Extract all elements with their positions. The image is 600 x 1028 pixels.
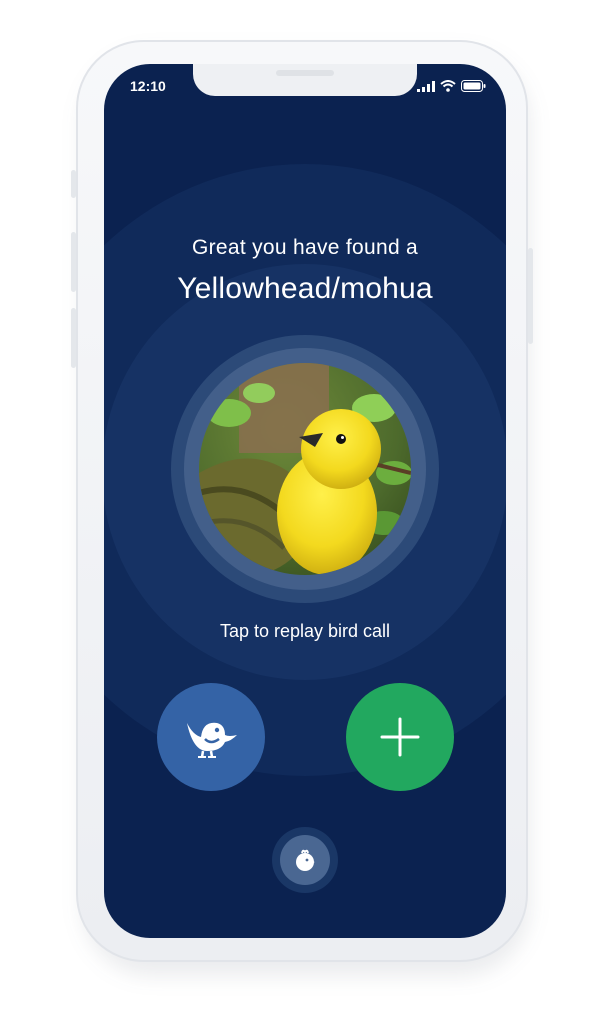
add-sighting-button[interactable] [346, 683, 454, 791]
plus-icon [380, 717, 420, 757]
bottom-nav-button-inner [280, 835, 330, 885]
bottom-nav-button[interactable] [272, 827, 338, 893]
power-button [528, 248, 533, 344]
bird-name-title: Yellowhead/mohua [177, 272, 433, 305]
bird-info-button[interactable] [157, 683, 265, 791]
replay-call-label[interactable]: Tap to replay bird call [104, 621, 506, 642]
wifi-icon [440, 80, 456, 92]
status-time: 12:10 [130, 78, 166, 94]
found-heading: Great you have found a [191, 236, 419, 259]
status-icons [417, 80, 486, 92]
volume-up-button [71, 232, 76, 292]
battery-icon [461, 80, 486, 92]
yellowhead-bird-illustration [199, 363, 411, 575]
silent-switch [71, 170, 76, 198]
signal-icon [417, 81, 435, 92]
speaker [276, 70, 334, 76]
notch [193, 64, 417, 96]
bird-icon [187, 722, 237, 758]
bird-photo[interactable] [199, 363, 411, 575]
chick-icon [296, 849, 315, 871]
app-screen: 12:10 Great you have found a Yellowhead/… [104, 64, 506, 938]
volume-down-button [71, 308, 76, 368]
